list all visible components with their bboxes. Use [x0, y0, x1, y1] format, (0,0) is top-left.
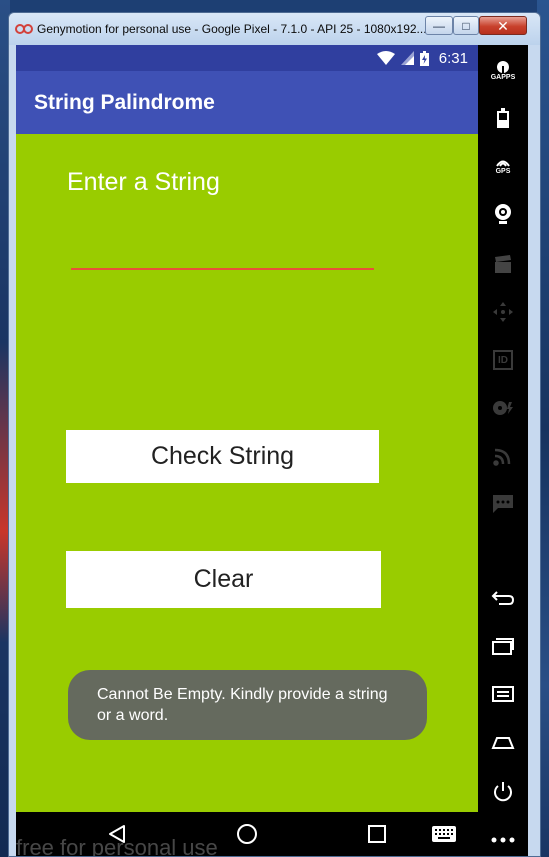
- gps-label: GPS: [495, 168, 511, 175]
- genymotion-sidebar: GAPPS GPS ID: [478, 45, 528, 856]
- enter-string-label: Enter a String: [67, 168, 220, 196]
- sidebar-home-icon[interactable]: [486, 725, 520, 759]
- window-title: Genymotion for personal use - Google Pix…: [37, 22, 427, 36]
- sidebar-menu-icon[interactable]: [486, 677, 520, 711]
- toast-message: Cannot Be Empty. Kindly provide a string…: [68, 670, 427, 740]
- minimize-button[interactable]: —: [425, 16, 453, 35]
- gps-icon[interactable]: GPS: [486, 149, 520, 183]
- status-time: 6:31: [438, 49, 468, 67]
- dpad-icon[interactable]: [486, 295, 520, 329]
- camera-icon[interactable]: [486, 197, 520, 231]
- string-input[interactable]: [71, 230, 374, 270]
- gapps-label: GAPPS: [490, 73, 516, 81]
- check-string-button[interactable]: Check String: [66, 430, 379, 483]
- navigation-bar: free for personal use: [16, 812, 478, 856]
- disk-io-icon[interactable]: [486, 391, 520, 425]
- app-bar: String Palindrome: [16, 71, 478, 134]
- cell-signal-icon: [400, 51, 414, 65]
- id-label: ID: [498, 354, 508, 366]
- main-content: Enter a String Check String Clear Cannot…: [16, 134, 478, 812]
- wifi-icon: [376, 51, 395, 65]
- close-button[interactable]: ✕: [479, 16, 527, 35]
- gapps-icon[interactable]: GAPPS: [486, 53, 520, 87]
- network-cast-icon[interactable]: [486, 439, 520, 473]
- sms-icon[interactable]: [486, 487, 520, 521]
- genymotion-window: Genymotion for personal use - Google Pix…: [8, 12, 541, 857]
- sidebar-recents-icon[interactable]: [486, 629, 520, 663]
- more-options-icon[interactable]: [486, 823, 520, 857]
- clear-button[interactable]: Clear: [66, 551, 381, 608]
- window-titlebar[interactable]: Genymotion for personal use - Google Pix…: [9, 13, 540, 45]
- identifiers-icon[interactable]: ID: [486, 343, 520, 377]
- maximize-button[interactable]: □: [453, 16, 479, 35]
- watermark-text: free for personal use: [16, 835, 218, 856]
- battery-icon[interactable]: [486, 101, 520, 135]
- home-icon[interactable]: [232, 820, 262, 848]
- device-screen: 6:31 String Palindrome Enter a String Ch…: [16, 45, 478, 856]
- status-bar: 6:31: [16, 45, 478, 71]
- media-clapper-icon[interactable]: [486, 247, 520, 281]
- battery-charging-icon: [419, 50, 429, 66]
- sidebar-back-icon[interactable]: [486, 581, 520, 615]
- recents-icon[interactable]: [362, 820, 392, 848]
- genymotion-logo-icon: [15, 24, 33, 34]
- app-title: String Palindrome: [34, 90, 215, 114]
- power-icon[interactable]: [486, 775, 520, 809]
- keyboard-icon[interactable]: [430, 820, 458, 848]
